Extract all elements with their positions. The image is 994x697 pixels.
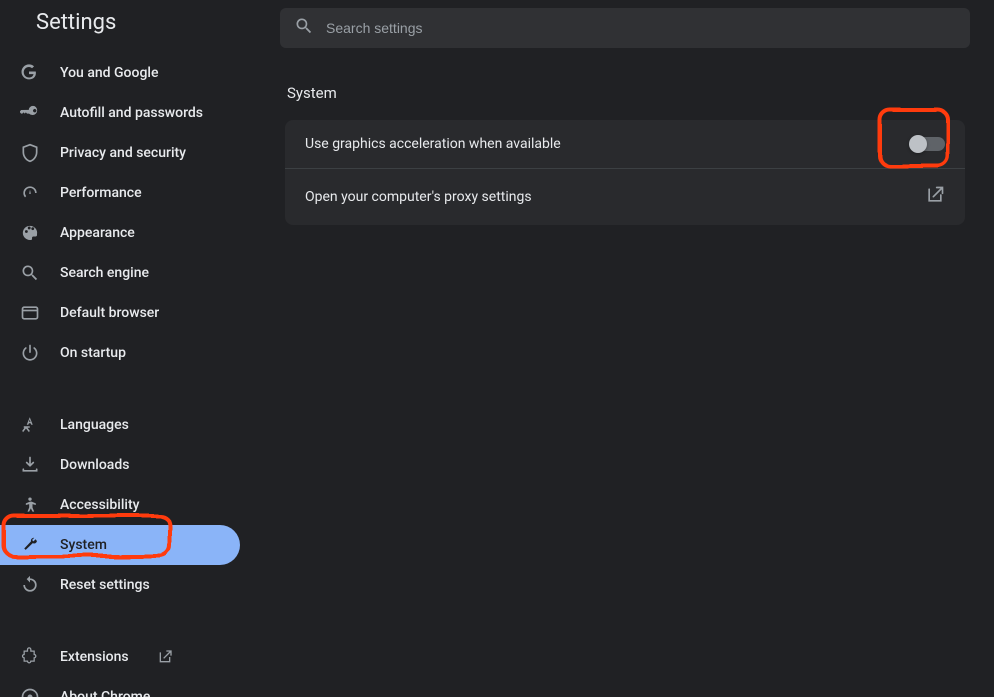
sidebar-item-label: Appearance bbox=[60, 225, 135, 241]
sidebar-item-label: About Chrome bbox=[60, 689, 150, 697]
sidebar-item-autofill[interactable]: Autofill and passwords bbox=[0, 93, 240, 133]
system-card: Use graphics acceleration when available… bbox=[285, 120, 965, 225]
browser-icon bbox=[20, 303, 40, 323]
sidebar-item-system[interactable]: System bbox=[0, 525, 240, 565]
row-gpu-acceleration[interactable]: Use graphics acceleration when available bbox=[285, 120, 965, 168]
search-icon bbox=[294, 16, 314, 40]
sidebar-item-label: Downloads bbox=[60, 457, 129, 473]
accessibility-icon bbox=[20, 495, 40, 515]
sidebar-item-label: You and Google bbox=[60, 65, 158, 81]
sidebar-item-label: Default browser bbox=[60, 305, 159, 321]
sidebar-item-downloads[interactable]: Downloads bbox=[0, 445, 240, 485]
translate-icon bbox=[20, 415, 40, 435]
nav-group-3: Extensions About Chrome bbox=[0, 629, 256, 697]
sidebar-item-extensions[interactable]: Extensions bbox=[0, 637, 240, 677]
sidebar-item-about[interactable]: About Chrome bbox=[0, 677, 240, 697]
search-icon bbox=[20, 263, 40, 283]
section-title: System bbox=[285, 84, 965, 102]
nav-group-2: Languages Downloads Accessibility System… bbox=[0, 397, 256, 613]
shield-icon bbox=[20, 143, 40, 163]
sidebar: Settings You and Google Autofill and pas… bbox=[0, 0, 256, 697]
sidebar-item-label: Search engine bbox=[60, 265, 149, 281]
chrome-icon bbox=[20, 687, 40, 697]
sidebar-item-label: Languages bbox=[60, 417, 129, 433]
sidebar-item-label: On startup bbox=[60, 345, 126, 361]
settings-content: System Use graphics acceleration when av… bbox=[285, 84, 965, 225]
nav-group-1: You and Google Autofill and passwords Pr… bbox=[0, 45, 256, 381]
row-label: Open your computer's proxy settings bbox=[305, 189, 532, 205]
palette-icon bbox=[20, 223, 40, 243]
sidebar-item-default-browser[interactable]: Default browser bbox=[0, 293, 240, 333]
sidebar-item-on-startup[interactable]: On startup bbox=[0, 333, 240, 373]
sidebar-item-you-and-google[interactable]: You and Google bbox=[0, 53, 240, 93]
header: Settings bbox=[0, 0, 256, 45]
power-icon bbox=[20, 343, 40, 363]
sidebar-item-label: Reset settings bbox=[60, 577, 150, 593]
reset-icon bbox=[20, 575, 40, 595]
gpu-toggle[interactable] bbox=[911, 137, 945, 151]
main-content: System Use graphics acceleration when av… bbox=[256, 0, 994, 697]
page-title: Settings bbox=[36, 10, 116, 35]
download-icon bbox=[20, 455, 40, 475]
search-box[interactable] bbox=[280, 8, 970, 48]
sidebar-item-reset[interactable]: Reset settings bbox=[0, 565, 240, 605]
sidebar-item-appearance[interactable]: Appearance bbox=[0, 213, 240, 253]
wrench-icon bbox=[20, 535, 40, 555]
sidebar-item-label: Accessibility bbox=[60, 497, 139, 513]
sidebar-item-performance[interactable]: Performance bbox=[0, 173, 240, 213]
row-label: Use graphics acceleration when available bbox=[305, 136, 561, 152]
sidebar-item-label: Extensions bbox=[60, 649, 129, 665]
speedometer-icon bbox=[20, 183, 40, 203]
sidebar-item-languages[interactable]: Languages bbox=[0, 405, 240, 445]
external-link-icon bbox=[925, 185, 945, 209]
row-proxy-settings[interactable]: Open your computer's proxy settings bbox=[285, 168, 965, 225]
sidebar-item-privacy[interactable]: Privacy and security bbox=[0, 133, 240, 173]
sidebar-item-label: Autofill and passwords bbox=[60, 105, 203, 121]
external-link-icon bbox=[157, 649, 173, 665]
sidebar-item-accessibility[interactable]: Accessibility bbox=[0, 485, 240, 525]
key-icon bbox=[20, 103, 40, 123]
google-icon bbox=[20, 63, 40, 83]
sidebar-item-search-engine[interactable]: Search engine bbox=[0, 253, 240, 293]
search-input[interactable] bbox=[326, 20, 956, 36]
extension-icon bbox=[20, 647, 40, 667]
sidebar-item-label: System bbox=[60, 537, 107, 553]
sidebar-item-label: Performance bbox=[60, 185, 142, 201]
sidebar-item-label: Privacy and security bbox=[60, 145, 186, 161]
toggle-knob bbox=[909, 135, 927, 153]
